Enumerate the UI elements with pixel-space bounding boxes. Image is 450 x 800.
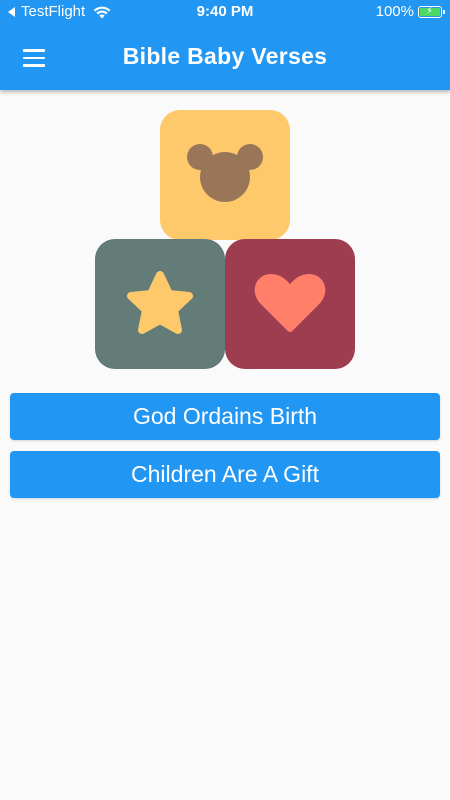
children-are-a-gift-button[interactable]: Children Are A Gift — [10, 451, 440, 498]
bear-block — [160, 110, 290, 240]
heart-icon — [254, 274, 326, 332]
star-block — [95, 239, 225, 369]
heart-block — [225, 239, 355, 369]
app-screen: TestFlight 9:40 PM 100% ⚡ Bible Baby Ver… — [0, 0, 450, 800]
god-ordains-birth-button[interactable]: God Ordains Birth — [10, 393, 440, 440]
bear-icon — [187, 144, 263, 202]
star-icon — [127, 271, 193, 334]
baby-blocks-illustration — [0, 0, 450, 380]
